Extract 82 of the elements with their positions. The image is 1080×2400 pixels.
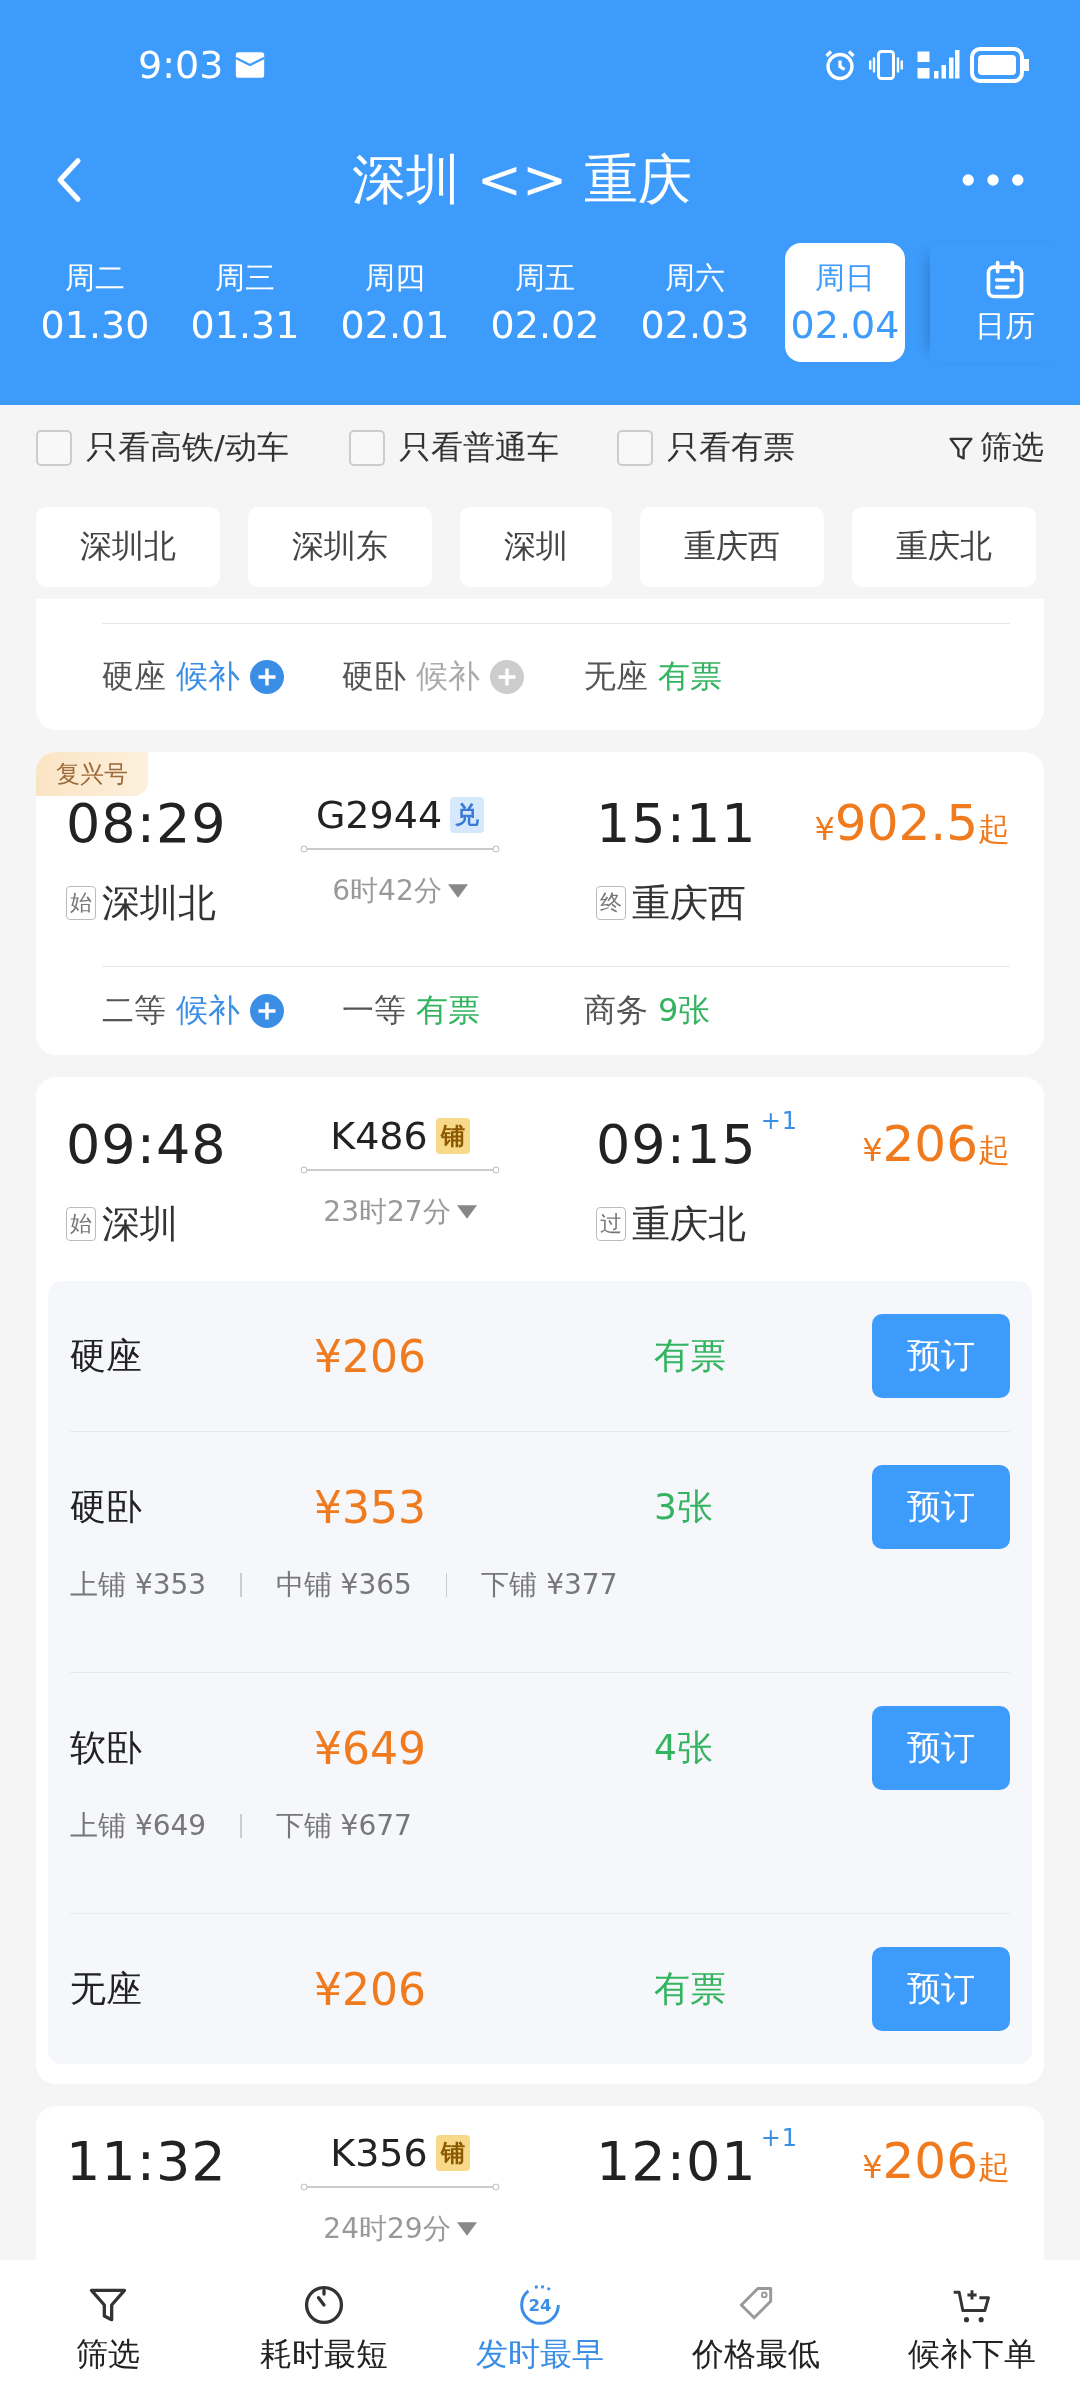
sort-tab[interactable]: 价格最低 [648,2260,864,2400]
ticket-availability: 有票 [654,1333,727,1378]
station-chip[interactable]: 重庆北 [852,507,1036,587]
sort-tab[interactable]: 耗时最短 [216,2260,432,2400]
ticket-availability: 4张 [654,1725,714,1770]
departure-time: 11:32 [66,2129,228,2193]
train-tag: 铺 [435,2135,470,2171]
berth-price: 上铺 ¥649 [70,1808,207,1844]
battery-icon [970,47,1030,83]
origin-mark: 始 [66,886,96,920]
terminal-mark: 终 [596,886,626,920]
seat-class: 商务 [584,990,648,1031]
seat-class: 硬卧 [342,656,406,697]
arrival-time: 09:15$^{+1}$ [596,1112,799,1176]
station-chip[interactable]: 深圳北 [36,507,220,587]
clock-icon: 24 [518,2283,562,2327]
seat-class: 硬座 [70,1333,143,1378]
fare-price: ¥206 [314,1963,427,2015]
ticket-availability: 3张 [654,1484,714,1529]
caret-icon [456,2222,477,2236]
sort-tab[interactable]: 筛选 [0,2260,216,2400]
price: ¥206起 [862,1115,1010,1173]
filter-checkbox[interactable]: 只看有票 [616,426,795,470]
arrival-time: 12:01$^{+1}$ [596,2129,799,2193]
departure-station: 深圳北 [102,879,216,927]
train-number: G2944 [315,793,443,837]
more-icon[interactable] [962,173,1024,187]
seat-status: 候补 [176,656,240,697]
arrival-station: 重庆北 [632,1200,746,1248]
ticket-availability: 有票 [654,1966,727,2011]
train-tag: 铺 [435,1118,470,1154]
origin-mark: 始 [66,1207,96,1241]
train-card[interactable]: 复兴号 08:29 G2944 兑 15:11 ¥902.5起 始 深圳北 6时42分 终 重庆西 二等 候补 一等 有票 商务 9张 [36,752,1044,1055]
seat-class: 硬座 [102,656,166,697]
seat-status: 候补 [416,656,480,697]
seat-class: 一等 [342,990,406,1031]
fare-price: ¥649 [314,1722,427,1774]
seat-status: 9张 [658,990,711,1031]
departure-station: 深圳 [102,1200,178,1248]
caret-icon [456,1205,477,1219]
berth-price: 上铺 ¥353 [70,1567,207,1603]
filter-button[interactable]: 筛选 [948,426,1044,470]
plus-icon[interactable] [490,660,524,694]
plus-icon[interactable] [250,660,284,694]
train-number: K486 [330,1114,428,1158]
price: ¥902.5起 [814,794,1010,852]
seat-class: 无座 [70,1966,143,2011]
arrival-time: 15:11 [596,791,758,855]
seat-class: 软卧 [70,1725,143,1770]
seat-status: 有票 [658,656,722,697]
seat-class: 二等 [102,990,166,1031]
sort-tab[interactable]: 候补下单 [864,2260,1080,2400]
filter-checkbox[interactable]: 只看高铁/动车 [36,426,289,470]
departure-time: 09:48 [66,1112,228,1176]
seat-class: 硬卧 [70,1484,143,1529]
caret-icon [447,884,468,898]
fare-price: ¥353 [314,1481,427,1533]
back-icon[interactable] [56,157,82,203]
plus-icon[interactable] [250,994,284,1028]
fare-price: ¥206 [314,1330,427,1382]
train-number: K356 [330,2131,428,2175]
route-title: 深圳 <> 重庆 [351,146,693,213]
seat-class: 无座 [584,656,648,697]
station-chip[interactable]: 深圳东 [248,507,432,587]
berth-price: 下铺 ¥677 [275,1808,412,1844]
status-time: 9:03 [138,43,224,87]
price: ¥206起 [862,2132,1010,2190]
train-card[interactable]: 11:32 K356 铺 12:01$^{+1}$ ¥206起 24时29分 [36,2106,1044,2260]
train-badge: 复兴号 [36,752,148,796]
station-chip[interactable]: 重庆西 [640,507,824,587]
timer-icon [302,2283,346,2327]
berth-price: 下铺 ¥377 [481,1567,618,1603]
seat-status: 候补 [176,990,240,1031]
filter-icon [948,435,974,461]
station-chip[interactable]: 深圳 [460,507,612,587]
filter-checkbox[interactable]: 只看普通车 [348,426,559,470]
train-tag: 兑 [450,797,485,833]
seat-status: 有票 [416,990,480,1031]
vibrate-icon [868,47,904,83]
arrival-station: 重庆西 [632,879,746,927]
berth-price: 中铺 ¥365 [275,1567,412,1603]
terminal-mark: 过 [596,1207,626,1241]
